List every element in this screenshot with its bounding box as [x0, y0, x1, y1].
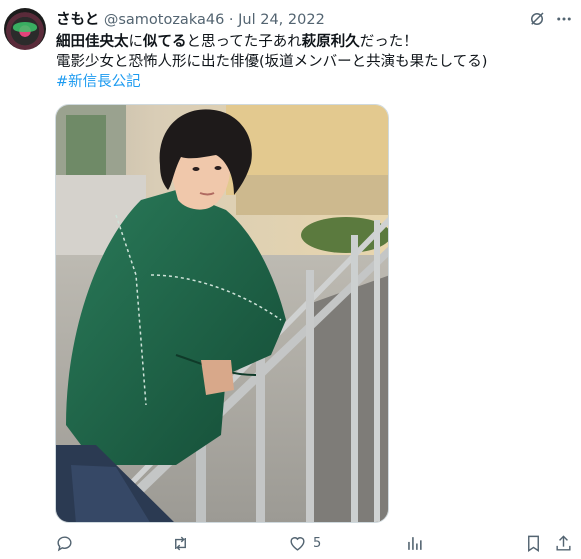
bookmark-button[interactable]	[524, 531, 543, 555]
views-icon	[408, 536, 422, 550]
bookmark-icon	[528, 535, 539, 552]
tweet-header: さもと @samotozaka46 · Jul 24, 2022	[56, 10, 541, 32]
text-bold-1: 細田佳央太	[56, 34, 129, 50]
more-icon[interactable]	[555, 11, 573, 27]
retweet-icon	[175, 536, 186, 550]
tweet-text-line-2: 電影少女と恐怖人形に出た俳優(坂道メンバーと共演も果たしてる)	[56, 54, 488, 70]
like-count: 5	[313, 535, 322, 551]
share-icon	[556, 534, 571, 551]
text-plain-1: に	[128, 34, 144, 50]
tweet-photo[interactable]	[55, 104, 389, 523]
reply-icon	[57, 535, 72, 551]
handle[interactable]: @samotozaka46	[104, 12, 224, 28]
retweet-button[interactable]	[171, 531, 190, 555]
hashtag-link[interactable]: #新信長公記	[56, 74, 141, 90]
tweet-text-line-1: 細田佳央太に似てると思ってた子あれ萩原利久だった！	[56, 32, 569, 52]
tweet-text: 細田佳央太に似てると思ってた子あれ萩原利久だった！ 電影少女と恐怖人形に出た俳優…	[56, 32, 569, 92]
like-button[interactable]: 5	[288, 531, 321, 555]
share-button[interactable]	[554, 531, 573, 555]
separator: ·	[228, 12, 234, 28]
reply-button[interactable]	[55, 531, 74, 555]
avatar[interactable]	[4, 8, 46, 50]
tweet-date[interactable]: Jul 24, 2022	[238, 12, 325, 28]
heart-icon	[290, 536, 305, 551]
grok-icon[interactable]	[528, 10, 546, 28]
views-button[interactable]	[405, 531, 424, 555]
action-bar: 5	[0, 531, 581, 559]
text-plain-3: だった！	[359, 34, 418, 50]
text-bold-3: 萩原利久	[301, 34, 360, 50]
tweet-card[interactable]: さもと @samotozaka46 · Jul 24, 2022 細田佳央太に似…	[0, 0, 581, 557]
text-plain-2: と思ってた子あれ	[186, 34, 302, 50]
display-name[interactable]: さもと	[56, 12, 99, 28]
text-bold-2: 似てる	[143, 34, 187, 50]
